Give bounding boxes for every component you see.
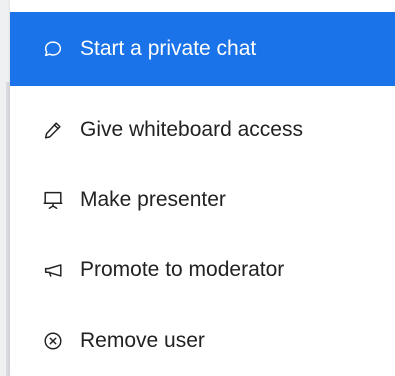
menu-item-make-presenter[interactable]: Make presenter <box>10 163 395 237</box>
menu-item-give-whiteboard-access[interactable]: Give whiteboard access <box>10 93 395 167</box>
menu-item-label: Make presenter <box>80 188 226 211</box>
close-circle-icon <box>40 328 66 354</box>
menu-item-label: Give whiteboard access <box>80 118 303 141</box>
presentation-screen-icon <box>40 187 66 213</box>
menu-item-remove-user[interactable]: Remove user <box>10 304 395 376</box>
pencil-icon <box>40 117 66 143</box>
chat-bubble-icon <box>40 36 66 62</box>
menu-item-promote-to-moderator[interactable]: Promote to moderator <box>10 233 395 307</box>
megaphone-icon <box>40 257 66 283</box>
menu-item-label: Promote to moderator <box>80 258 285 281</box>
menu-item-label: Start a private chat <box>80 37 257 60</box>
side-panel-edge <box>0 0 10 376</box>
user-options-menu: Start a private chat Give whiteboard acc… <box>10 0 395 376</box>
menu-item-label: Remove user <box>80 329 205 352</box>
menu-item-start-private-chat[interactable]: Start a private chat <box>10 12 395 86</box>
